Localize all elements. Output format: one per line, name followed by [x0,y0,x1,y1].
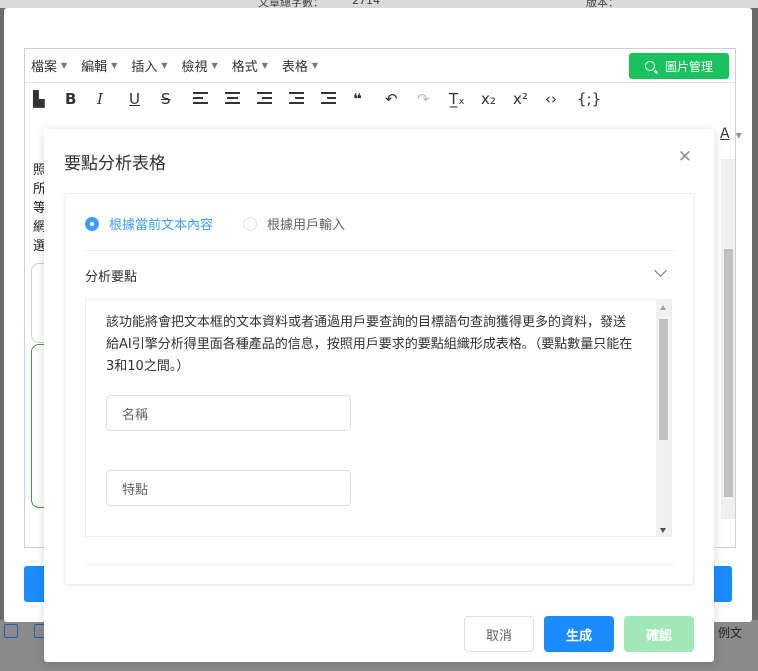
blockquote-icon[interactable]: ❝ [353,90,385,108]
editor-menubar: 檔案 ▼ 編輯 ▼ 插入 ▼ 檢視 ▼ 格式 ▼ 表格 ▼ 圖片管理 [25,49,735,83]
divider [85,564,675,565]
chevron-down-icon: ▼ [311,61,319,70]
scroll-up-icon[interactable] [660,305,666,310]
background-header: 文章總字數： 2714 版本： [0,0,758,8]
chevron-down-icon: ▼ [261,61,268,70]
chevron-down-icon: ▼ [735,131,742,140]
chevron-down-icon[interactable] [654,264,667,277]
example-text[interactable]: 例文 [718,624,742,641]
bold-icon[interactable]: B [65,90,97,108]
chevron-down-icon: ▼ [61,61,68,70]
editor-toolbar: ▙ B I U S ❝ ↶ ↷ T̲ₓ x₂ x² ‹› {;} [25,83,735,115]
generate-button[interactable]: 生成 [544,616,614,652]
undo-icon[interactable]: ↶ [385,90,417,108]
scrollbar-thumb[interactable] [724,249,733,497]
feature-field[interactable]: 特點 [106,470,351,506]
close-icon[interactable]: ✕ [678,147,692,167]
italic-icon[interactable]: I [97,90,129,108]
confirm-button[interactable]: 確認 [624,616,694,652]
dialog-card: 根據當前文本內容 根據用戶輸入 分析要點 該功能將會把文本框的文本資料或者通過用… [64,193,694,585]
divider [85,250,675,251]
dialog-title: 要點分析表格 [64,154,166,174]
code-icon[interactable]: ‹› [545,90,577,108]
align-right-icon[interactable] [257,90,289,108]
format-painter-icon[interactable]: ▙ [33,90,65,108]
menu-format[interactable]: 格式 ▼ [232,56,268,75]
menu-file[interactable]: 檔案 ▼ [31,56,67,75]
word-count-label: 文章總字數： [258,0,324,8]
doc-icon[interactable] [4,624,18,638]
image-manager-button[interactable]: 圖片管理 [629,53,729,79]
superscript-icon[interactable]: x² [513,90,545,108]
word-count-value: 2714 [352,0,380,7]
outdent-icon[interactable] [289,90,321,108]
template-icon[interactable]: {;} [577,90,609,108]
menu-view[interactable]: 檢視 ▼ [182,56,218,75]
cancel-button[interactable]: 取消 [464,616,534,652]
menu-table[interactable]: 表格 ▼ [282,56,318,75]
source-radio-group: 根據當前文本內容 根據用戶輸入 [85,214,375,233]
subscript-icon[interactable]: x₂ [481,90,513,108]
section-title[interactable]: 分析要點 [85,266,137,285]
chevron-down-icon: ▼ [211,61,218,70]
radio-current-text[interactable]: 根據當前文本內容 [85,214,213,233]
radio-user-input[interactable]: 根據用戶輸入 [243,214,345,233]
analysis-panel: 該功能將會把文本框的文本資料或者通過用戶要查詢的目標語句查詢獲得更多的資料，發送… [85,299,672,537]
editor-scrollbar[interactable] [721,159,735,519]
menu-insert[interactable]: 插入 ▼ [131,56,167,75]
key-points-dialog: 要點分析表格 ✕ 根據當前文本內容 根據用戶輸入 分析要點 該功能將會把文本框的… [44,129,714,662]
chevron-down-icon: ▼ [111,61,118,70]
clear-format-icon[interactable]: T̲ₓ [449,90,481,108]
name-field[interactable]: 名稱 [106,395,351,431]
panel-scrollbar[interactable] [656,300,671,536]
menu-edit[interactable]: 編輯 ▼ [81,56,117,75]
version-label: 版本： [586,0,619,8]
scroll-down-icon[interactable] [660,528,666,533]
indent-icon[interactable] [321,90,353,108]
description-text: 該功能將會把文本框的文本資料或者通過用戶要查詢的目標語句查詢獲得更多的資料，發送… [106,315,633,374]
font-color-button[interactable]: A ▼ [720,126,742,142]
radio-selected-icon [85,216,99,231]
search-icon [644,61,655,71]
strikethrough-icon[interactable]: S [161,90,193,108]
scrollbar-thumb[interactable] [659,319,668,440]
chevron-down-icon: ▼ [161,61,168,70]
align-left-icon[interactable] [193,90,225,108]
radio-empty-icon [243,216,258,231]
redo-icon[interactable]: ↷ [417,90,449,108]
underline-icon[interactable]: U [129,90,161,108]
align-center-icon[interactable] [225,90,257,108]
